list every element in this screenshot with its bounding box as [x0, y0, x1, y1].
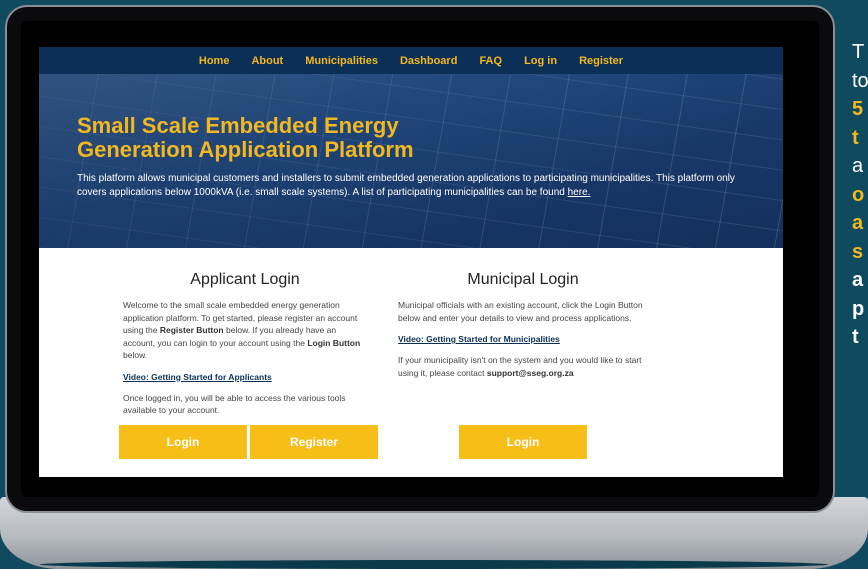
register-button-ref: Register Button: [159, 325, 224, 335]
nav-dashboard[interactable]: Dashboard: [400, 55, 457, 67]
side-line: s: [852, 240, 864, 263]
top-nav: Home About Municipalities Dashboard FAQ …: [39, 47, 783, 74]
applicant-intro-text-3: below.: [123, 350, 148, 360]
laptop-shadow: [40, 560, 828, 569]
side-line: p: [852, 297, 865, 320]
hero-description: This platform allows municipal customers…: [77, 172, 767, 199]
support-email: support@sseg.org.za: [486, 367, 574, 378]
nav-municipalities[interactable]: Municipalities: [305, 55, 378, 67]
side-line: 5: [852, 98, 864, 120]
municipal-login-heading: Municipal Login: [467, 271, 579, 288]
login-button-ref: Login Button: [307, 337, 361, 348]
municipal-login-button[interactable]: Login: [459, 425, 587, 459]
applicant-after-login: Once logged in, you will be able to acce…: [123, 392, 346, 416]
side-line: t: [852, 126, 859, 149]
municipalities-list-link[interactable]: here.: [568, 187, 591, 198]
hero-banner: Small Scale Embedded Energy Generation A…: [39, 74, 783, 248]
applicant-login-heading: Applicant Login: [190, 271, 300, 288]
nav-faq[interactable]: FAQ: [479, 55, 502, 67]
side-line: o: [852, 183, 865, 206]
applicant-login-button[interactable]: Login: [119, 425, 247, 459]
side-line: a: [852, 269, 864, 291]
laptop-screen: Home About Municipalities Dashboard FAQ …: [39, 47, 783, 477]
side-line: t: [852, 326, 859, 348]
video-municipalities-link[interactable]: Video: Getting Started for Municipalitie…: [398, 334, 648, 344]
side-line: T: [852, 41, 865, 63]
hero-content: Small Scale Embedded Energy Generation A…: [77, 114, 767, 199]
hero-title: Small Scale Embedded Energy Generation A…: [77, 113, 414, 162]
municipal-intro: Municipal officials with an existing acc…: [398, 300, 643, 323]
applicant-register-button[interactable]: Register: [250, 425, 378, 459]
hero-description-text: This platform allows municipal customers…: [77, 173, 735, 198]
nav-register[interactable]: Register: [579, 55, 623, 67]
nav-login[interactable]: Log in: [524, 55, 557, 67]
video-applicants-link[interactable]: Video: Getting Started for Applicants: [123, 372, 367, 382]
side-line: to: [852, 69, 868, 92]
side-line: a: [852, 155, 864, 177]
municipal-contact: If your municipality isn't on the system…: [398, 354, 648, 379]
side-line: a: [852, 212, 864, 234]
applicant-login-section: Applicant Login Welcome to the small sca…: [123, 271, 367, 417]
nav-about[interactable]: About: [251, 55, 283, 67]
applicant-intro: Welcome to the small scale embedded ener…: [123, 299, 367, 362]
nav-home[interactable]: Home: [199, 55, 230, 67]
side-promo-text: T to 5 t a o a s a p t: [852, 38, 868, 352]
municipal-login-section: Municipal Login Municipal officials with…: [398, 271, 648, 379]
